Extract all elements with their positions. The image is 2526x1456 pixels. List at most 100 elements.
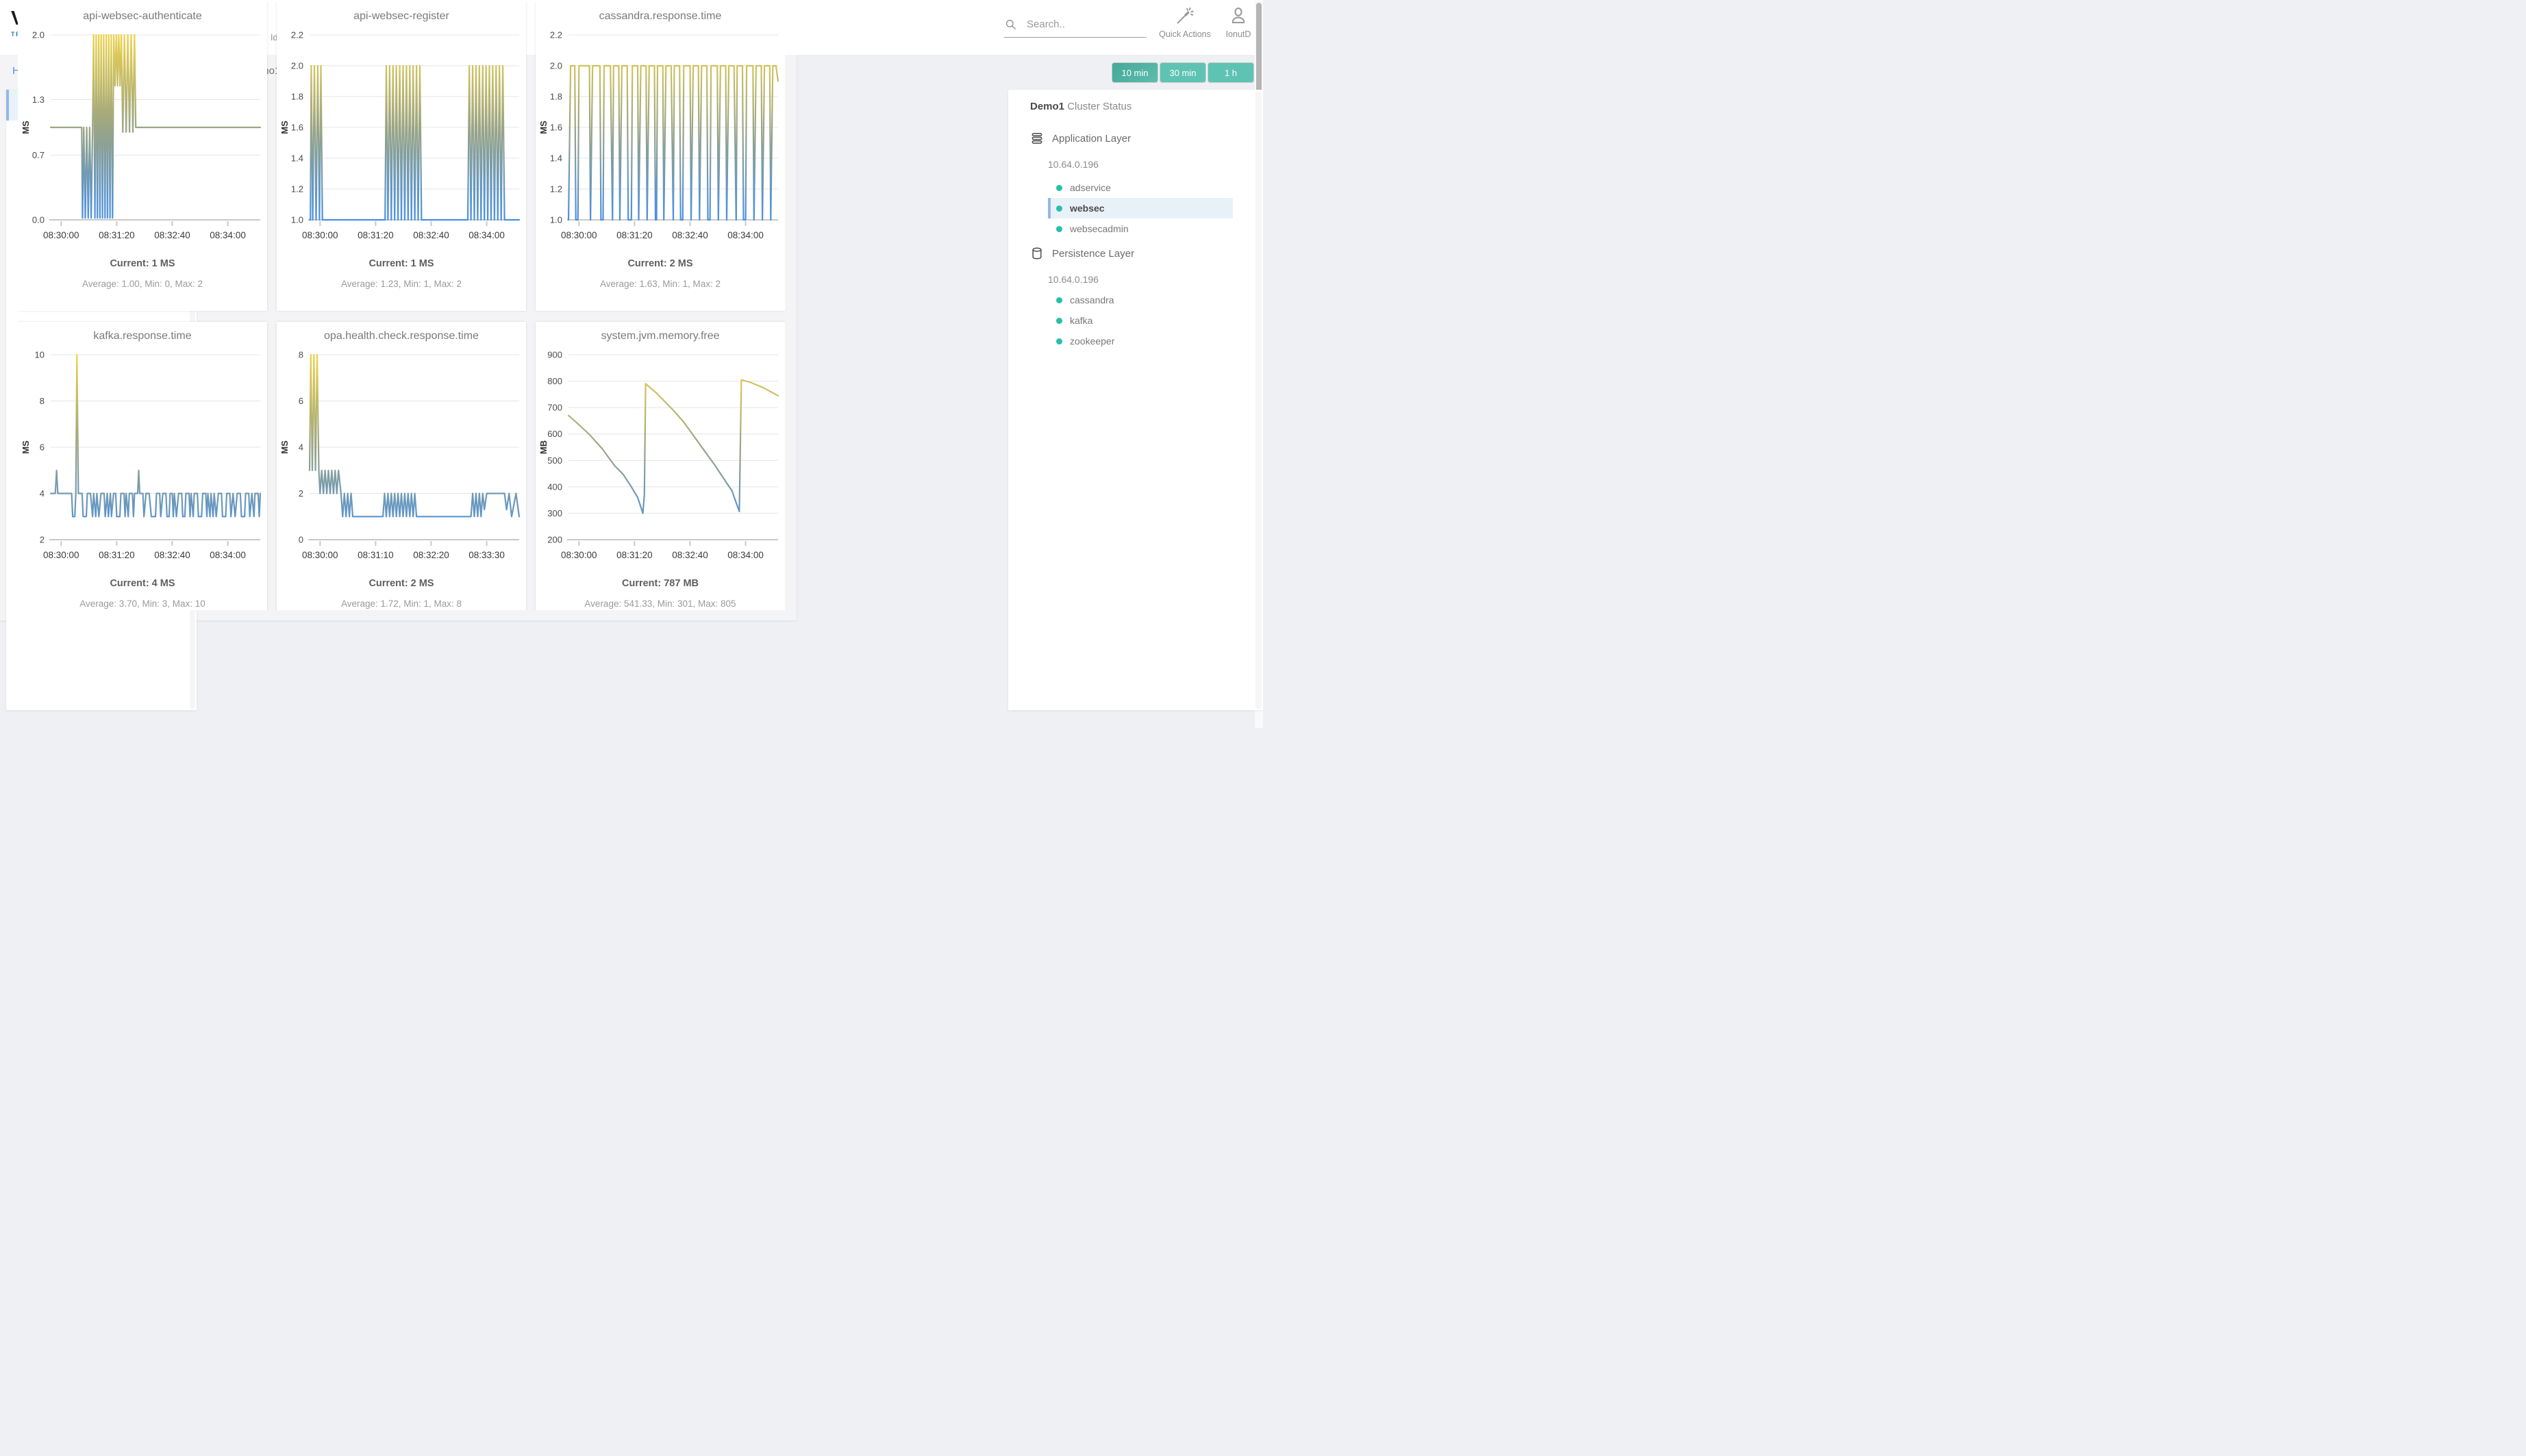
service-item-zookeeper[interactable]: zookeeper [1048, 331, 1233, 351]
charts-grid: api-websec-authenticate2.01.30.70.008:30… [18, 2, 785, 610]
svg-text:4: 4 [299, 442, 303, 453]
svg-text:1.2: 1.2 [291, 184, 303, 194]
svg-text:1.0: 1.0 [291, 215, 303, 225]
chart-card: cassandra.response.time2.22.01.81.61.41.… [536, 2, 785, 311]
svg-text:08:30:00: 08:30:00 [561, 230, 597, 240]
database-icon [1030, 247, 1044, 260]
main-content: api-websec-authenticate2.01.30.70.008:30… [0, 0, 797, 620]
status-dot [1056, 185, 1062, 191]
chart-title: cassandra.response.time [536, 2, 785, 27]
chart-card: api-websec-register2.22.01.81.61.41.21.0… [277, 2, 526, 311]
cluster-status-title: Demo1 Cluster Status [1030, 101, 1131, 112]
svg-text:1.0: 1.0 [550, 215, 562, 225]
svg-text:08:32:40: 08:32:40 [154, 550, 190, 560]
charts-viewport: api-websec-authenticate2.01.30.70.008:30… [18, 2, 785, 610]
service-item-websecadmin[interactable]: websecadmin [1048, 218, 1233, 239]
chart-current: Current: 2 MS [277, 578, 526, 589]
chart-card: opa.health.check.response.time8642008:30… [277, 322, 526, 610]
svg-text:200: 200 [547, 535, 562, 545]
svg-text:08:30:00: 08:30:00 [302, 550, 338, 560]
svg-text:08:31:20: 08:31:20 [99, 230, 135, 240]
chart-unit-label: MS [21, 121, 31, 134]
layer-name: Persistence Layer [1052, 248, 1134, 260]
svg-text:08:32:40: 08:32:40 [672, 230, 708, 240]
svg-text:1.4: 1.4 [550, 153, 562, 164]
user-icon [1229, 6, 1248, 25]
svg-text:1.6: 1.6 [291, 123, 303, 133]
persistence-layer-header: Persistence Layer [1030, 243, 1134, 264]
svg-text:08:32:40: 08:32:40 [413, 230, 449, 240]
search-icon[interactable] [1004, 18, 1017, 31]
svg-text:08:31:20: 08:31:20 [616, 230, 653, 240]
svg-text:1.8: 1.8 [550, 92, 562, 102]
time-range-filters: 10 min 30 min 1 h [1110, 62, 1254, 83]
chart-plot: 8642008:30:0008:31:1008:32:2008:33:30MS [278, 348, 525, 562]
service-label: zookeeper [1070, 336, 1114, 347]
svg-text:4: 4 [40, 488, 45, 499]
time-filter-1h[interactable]: 1 h [1208, 62, 1254, 83]
svg-text:08:31:20: 08:31:20 [99, 550, 135, 560]
time-filter-10min[interactable]: 10 min [1112, 62, 1158, 83]
chart-current: Current: 2 MS [536, 258, 785, 269]
chart-unit-label: MB [538, 440, 549, 454]
svg-text:08:30:00: 08:30:00 [43, 550, 79, 560]
quick-actions-button[interactable]: Quick Actions [1156, 6, 1214, 39]
svg-text:6: 6 [299, 396, 303, 406]
svg-text:400: 400 [547, 481, 562, 492]
status-dot [1056, 297, 1062, 303]
chart-unit-label: MS [279, 121, 290, 134]
chart-stats: Average: 1.72, Min: 1, Max: 8 [277, 599, 526, 609]
svg-text:600: 600 [547, 429, 562, 439]
service-label: kafka [1070, 315, 1092, 326]
svg-text:08:32:40: 08:32:40 [154, 230, 190, 240]
svg-text:2.0: 2.0 [32, 30, 45, 40]
svg-text:2: 2 [40, 535, 45, 545]
service-item-websec[interactable]: websec [1048, 198, 1233, 218]
svg-text:08:30:00: 08:30:00 [302, 230, 338, 240]
svg-text:08:31:20: 08:31:20 [616, 550, 653, 560]
page: VERIDIUM TRUSTED DIGITAL IDENTITY Dashbo… [0, 0, 1263, 728]
service-item-adservice[interactable]: adservice [1048, 177, 1233, 198]
svg-text:08:32:20: 08:32:20 [413, 550, 449, 560]
cluster-panel-scroll-track[interactable] [1255, 91, 1262, 709]
svg-text:0.0: 0.0 [32, 215, 45, 225]
svg-text:08:34:00: 08:34:00 [210, 230, 246, 240]
service-label: websecadmin [1070, 223, 1129, 234]
chart-stats: Average: 541.33, Min: 301, Max: 805 [536, 599, 785, 609]
user-label: IonutD [1218, 29, 1259, 39]
svg-text:0: 0 [299, 535, 303, 545]
svg-text:800: 800 [547, 376, 562, 386]
chart-title: api-websec-register [277, 2, 526, 27]
user-menu[interactable]: IonutD [1218, 6, 1259, 39]
chart-card: api-websec-authenticate2.01.30.70.008:30… [18, 2, 267, 311]
service-item-cassandra[interactable]: cassandra [1048, 290, 1233, 310]
chart-plot: 2.22.01.81.61.41.21.008:30:0008:31:2008:… [537, 28, 784, 242]
svg-text:2.0: 2.0 [550, 61, 562, 71]
chart-unit-label: MS [538, 121, 549, 134]
chart-title: api-websec-authenticate [18, 2, 267, 27]
svg-text:08:30:00: 08:30:00 [43, 230, 79, 240]
svg-text:0.7: 0.7 [32, 150, 45, 160]
svg-text:08:32:40: 08:32:40 [672, 550, 708, 560]
magic-wand-icon [1175, 6, 1195, 25]
cluster-title-rest: Cluster Status [1064, 101, 1131, 112]
svg-text:08:30:00: 08:30:00 [561, 550, 597, 560]
time-filter-30min[interactable]: 30 min [1160, 62, 1206, 83]
svg-text:1.4: 1.4 [291, 153, 303, 164]
chart-plot: 10864208:30:0008:31:2008:32:4008:34:00MS [19, 348, 266, 562]
persistence-layer-host: 10.64.0.196 [1048, 269, 1099, 290]
svg-text:08:31:20: 08:31:20 [358, 230, 394, 240]
svg-text:08:34:00: 08:34:00 [468, 230, 505, 240]
chart-title: kafka.response.time [18, 322, 267, 347]
chart-title: system.jvm.memory.free [536, 322, 785, 347]
svg-text:10: 10 [35, 350, 45, 360]
svg-text:6: 6 [40, 442, 45, 453]
search-input[interactable] [1025, 18, 1138, 31]
service-label: cassandra [1070, 294, 1114, 305]
chart-stats: Average: 3.70, Min: 3, Max: 10 [18, 599, 267, 609]
chart-stats: Average: 1.63, Min: 1, Max: 2 [536, 279, 785, 289]
quick-actions-label: Quick Actions [1156, 29, 1214, 39]
application-layer-header: Application Layer [1030, 128, 1131, 149]
service-item-kafka[interactable]: kafka [1048, 310, 1233, 331]
svg-text:300: 300 [547, 508, 562, 518]
